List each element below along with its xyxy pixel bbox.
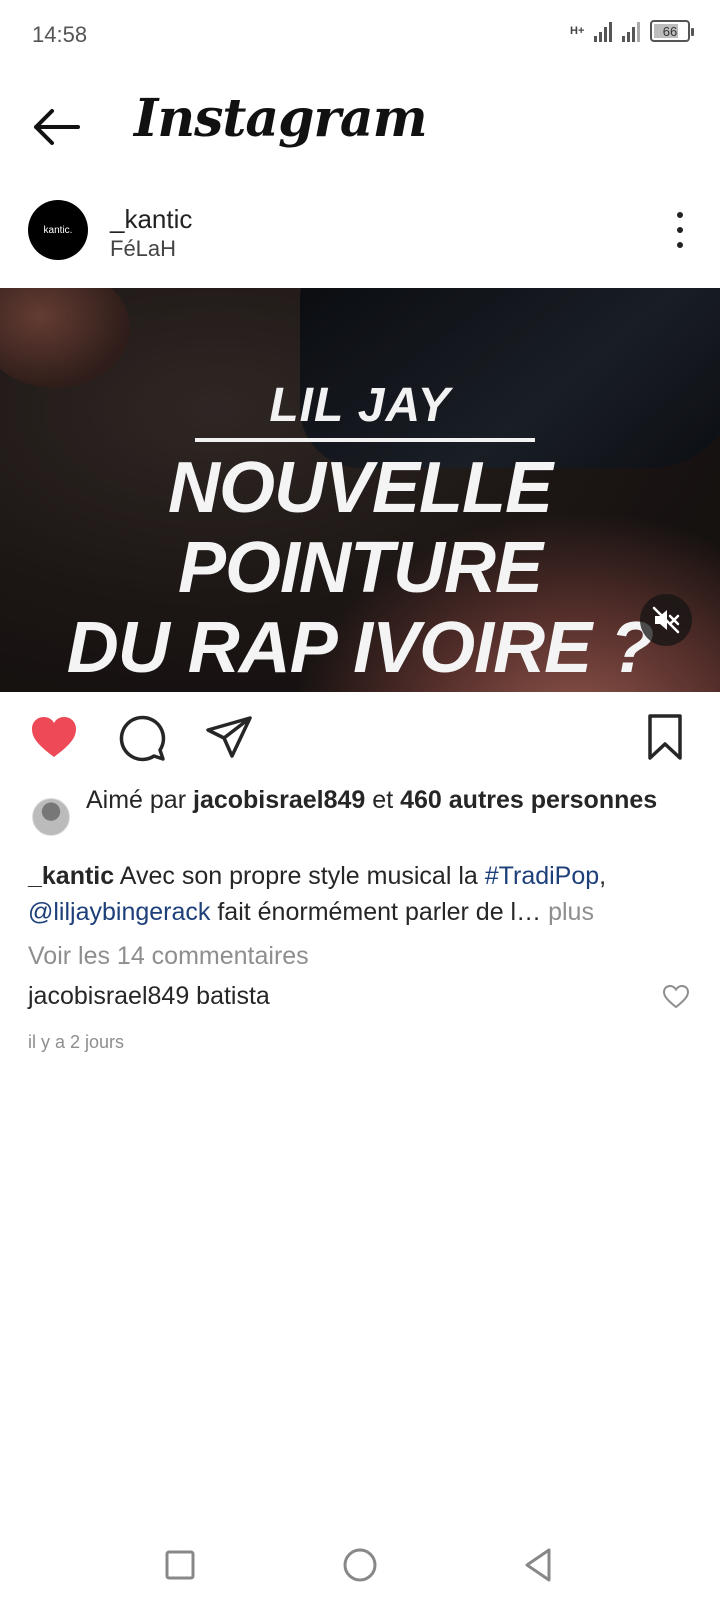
battery-icon: 66 [650, 20, 694, 42]
likes-text[interactable]: Aimé par jacobisrael849 et 460 autres pe… [86, 784, 696, 816]
likes-others[interactable]: 460 autres personnes [400, 786, 657, 814]
comment-text: batista [196, 982, 270, 1010]
media-divider [195, 438, 535, 442]
comment-button[interactable] [116, 712, 168, 764]
media-headline-line1: NOUVELLE POINTURE [167, 448, 553, 608]
back-button[interactable] [28, 102, 84, 152]
post-caption: _kantic Avec son propre style musical la… [28, 858, 698, 930]
speaker-muted-icon [652, 606, 680, 634]
caption-text-1: Avec son propre style musical la [119, 862, 478, 890]
heart-outline-icon [662, 984, 690, 1009]
caption-hashtag[interactable]: #TradiPop [485, 862, 599, 890]
network-type-icon: H+ [570, 25, 585, 37]
post-timestamp: il y a 2 jours [28, 1032, 125, 1052]
system-back-button[interactable] [515, 1540, 565, 1590]
arrow-left-icon [34, 109, 80, 145]
home-button[interactable] [335, 1540, 385, 1590]
app-logo: Instagram [134, 88, 428, 149]
avatar[interactable]: kantic. [28, 200, 88, 260]
bookmark-icon [648, 714, 682, 760]
speech-bubble-icon [119, 715, 166, 762]
paper-plane-icon [206, 716, 252, 758]
status-icons: H+ 66 [570, 20, 694, 42]
comment-user[interactable]: jacobisrael849 [28, 982, 189, 1010]
more-dot-icon [677, 242, 683, 248]
likes-prefix: Aimé par [86, 786, 187, 814]
mute-button[interactable] [640, 594, 692, 646]
likes-user[interactable]: jacobisrael849 [193, 786, 365, 814]
system-nav-bar [0, 1530, 720, 1600]
likes-conjunction: et [372, 786, 394, 814]
post-subtitle[interactable]: FéLaH [110, 236, 176, 262]
like-button[interactable] [28, 712, 80, 764]
status-bar: 14:58 H+ 66 [0, 0, 720, 72]
save-button[interactable] [640, 712, 692, 764]
status-time: 14:58 [32, 22, 88, 47]
triangle-back-icon [525, 1548, 551, 1582]
more-dot-icon [677, 212, 683, 218]
signal-icon-2 [622, 20, 640, 42]
post-header: kantic. _kantic FéLaH [0, 198, 720, 264]
caption-author[interactable]: _kantic [28, 862, 114, 890]
media-headline-line2: DU RAP IVOIRE ? [66, 608, 654, 688]
post-actions [0, 712, 720, 772]
view-comments-link[interactable]: Voir les 14 commentaires [28, 942, 309, 971]
media-headline: NOUVELLE POINTURE DU RAP IVOIRE ? [0, 448, 720, 688]
caption-comma: , [599, 862, 607, 890]
recent-apps-button[interactable] [155, 1540, 205, 1590]
square-icon [165, 1550, 195, 1580]
comment-like-button[interactable] [662, 984, 690, 1010]
heart-filled-icon [32, 717, 76, 757]
media-title: LIL JAY [269, 379, 451, 432]
liker-avatar[interactable] [32, 798, 70, 836]
caption-text-2: fait énormément parler de l… [217, 898, 542, 926]
circle-icon [343, 1548, 377, 1582]
comment-item: jacobisrael849 batista [28, 982, 270, 1011]
caption-mention[interactable]: @liljaybingerack [28, 898, 210, 926]
more-options-button[interactable] [668, 212, 692, 248]
share-button[interactable] [204, 712, 256, 764]
signal-icon-1 [594, 20, 612, 42]
post-video[interactable]: LIL JAY NOUVELLE POINTURE DU RAP IVOIRE … [0, 288, 720, 692]
caption-more-link[interactable]: plus [548, 898, 594, 926]
battery-level: 66 [662, 23, 678, 39]
more-dot-icon [677, 227, 683, 233]
post-username[interactable]: _kantic [110, 204, 192, 235]
app-header: Instagram [0, 80, 720, 172]
